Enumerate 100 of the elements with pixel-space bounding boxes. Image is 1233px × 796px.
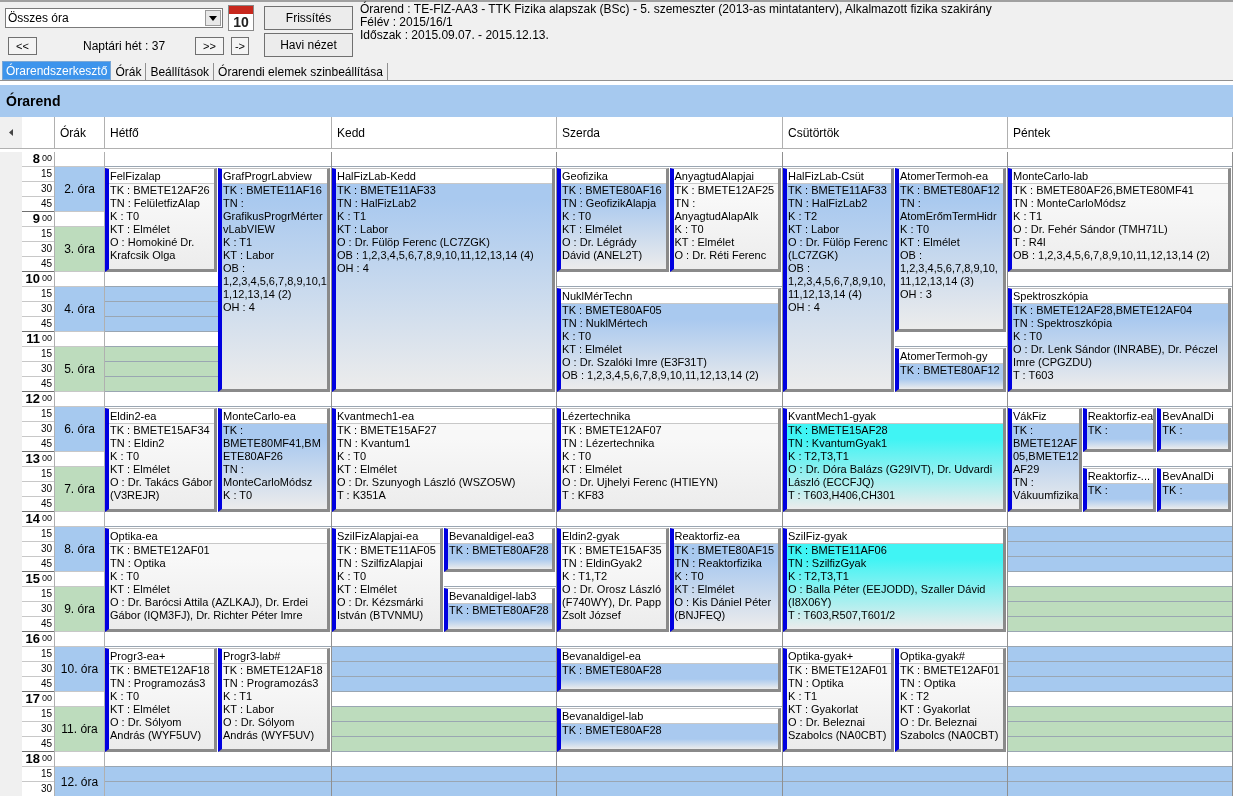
time-slot[interactable]	[1008, 647, 1232, 662]
event-card[interactable]: Eldin2-ea TK : BMETE15AF34 TN : Eldin2 K : T0 KT : Elmélet O : Dr. Takács Gábor (V3REJR)	[105, 408, 217, 512]
time-slot[interactable]	[1008, 707, 1232, 722]
time-slot[interactable]	[557, 767, 782, 782]
event-card[interactable]: VákFiz TK : BMETE12AF05,BMETE12AF29 TN : Vákuumfizika	[1008, 408, 1082, 512]
time-slot[interactable]	[1008, 722, 1232, 737]
event-detail: O : Dr. Légrády Dávid (ANEL2T)	[561, 236, 644, 262]
event-card[interactable]: Spektroszkópia TK : BMETE12AF28,BMETE12AF04 TN : Spektroszkópia K : T0 O : Dr. Lenk Sándor (INRABE), Dr. Péczel Imre (CPGZDU) T : T603	[1008, 288, 1231, 392]
event-title: Reaktorfiz-...	[1086, 469, 1154, 484]
event-card[interactable]: Progr3-ea+ TK : BMETE12AF18 TN : Programozás3 K : T0 KT : Elmélet O : Dr. Sólyom András (WYF5UV)	[105, 648, 217, 752]
event-detail: KT : Labor	[222, 703, 276, 716]
go-button[interactable]: ->	[231, 37, 249, 55]
event-detail: TK : BMETE12AF28,BMETE12AF04	[1012, 304, 1194, 317]
event-card[interactable]: SzilFizAlapjai-ea TK : BMETE11AF05 TN : SzilfizAlapjai K : T0 KT : Elmélet O : Dr. Kézsmárki István (BTVNMU)	[332, 528, 443, 632]
event-card[interactable]: Bevanaldigel-ea TK : BMETE80AF28	[557, 648, 781, 692]
event-detail: OH : 4	[787, 301, 821, 314]
time-slot[interactable]	[105, 317, 218, 332]
event-card[interactable]: AtomerTermoh-ea TK : BMETE80AF12 TN : AtomErőmTermHidr K : T0 KT : Elmélet OB : 1,2,3,4,5,6,7,8,9,10,11,12,13,14 (3) OH : 3	[895, 168, 1006, 332]
time-slot[interactable]	[105, 767, 331, 782]
minute-label: 45	[40, 677, 52, 691]
event-card[interactable]: Reaktorfiz-... TK :	[1082, 468, 1157, 512]
event-card[interactable]: MonteCarlo-ea TK : BMETE80MF41,BMETE80AF26 TN : MonteCarloMódsz K : T0	[218, 408, 330, 512]
event-detail: K : T1	[1012, 210, 1044, 223]
event-card[interactable]: Bevanaldigel-lab TK : BMETE80AF28	[557, 708, 781, 752]
time-slot[interactable]	[1008, 737, 1232, 752]
event-card[interactable]: BevAnalDi TK :	[1157, 468, 1231, 512]
event-detail: T : K351A	[336, 489, 387, 502]
time-slot[interactable]	[1008, 557, 1232, 572]
event-card[interactable]: Lézertechnika TK : BMETE12AF07 TN : Lézertechnika K : T0 KT : Elmélet O : Dr. Ujhelyi Ferenc (HTIEYN) T : KF83	[557, 408, 781, 512]
event-card[interactable]: Optika-gyak# TK : BMETE12AF01 TN : Optika K : T2 KT : Gyakorlat O : Dr. Beleznai Szabolcs (NA0CBT)	[895, 648, 1006, 752]
time-slot[interactable]	[1008, 617, 1232, 632]
event-card[interactable]: Optika-ea TK : BMETE12AF01 TN : Optika K : T0 KT : Elmélet O : Dr. Barócsi Attila (AZLKAJ), Dr. Erdei Gábor (IQM3FJ), Dr. Richter Péter Imre	[105, 528, 330, 632]
minute-label: 30	[40, 422, 52, 436]
time-slot[interactable]	[1008, 602, 1232, 617]
event-card[interactable]: BevAnalDi TK :	[1157, 408, 1231, 452]
event-detail: O : Dr. Orosz László (F740WY), Dr. Papp Zsolt József	[561, 583, 663, 622]
event-detail: K : T0	[673, 570, 705, 583]
event-card[interactable]: AtomerTermoh-gy TK : BMETE80AF12	[895, 348, 1006, 392]
time-slot[interactable]	[1008, 527, 1232, 542]
calendar-icon[interactable]: 10	[228, 5, 254, 31]
event-detail: O : Dr. Szunyogh László (WSZO5W)	[336, 476, 517, 489]
event-detail: KT : Elmélet	[336, 583, 398, 596]
event-card[interactable]: Progr3-lab# TK : BMETE12AF18 TN : Programozás3 K : T1 KT : Labor O : Dr. Sólyom András (WYF5UV)	[218, 648, 330, 752]
previous-week-button[interactable]: <<	[8, 37, 37, 55]
event-detail: TN : Vákuumfizika	[1012, 476, 1079, 502]
time-slot[interactable]	[332, 662, 556, 677]
scroll-left-icon[interactable]	[9, 129, 13, 136]
event-card[interactable]: KvantMech1-gyak TK : BMETE15AF28 TN : KvantumGyak1 K : T2,T3,T1 O : Dr. Dóra Balázs (G29IVT), Dr. Udvardi László (ECCFJQ) T : T603,H406,CH301	[783, 408, 1006, 512]
time-slot[interactable]	[1008, 587, 1232, 602]
event-detail: O : Homokiné Dr. Krafcsik Olga	[109, 236, 196, 262]
event-card[interactable]: Bevanaldigel-lab3 TK : BMETE80AF28	[444, 588, 555, 632]
time-slot[interactable]	[332, 737, 556, 752]
filter-dropdown[interactable]: Összes óra	[5, 8, 223, 28]
minute-label: 45	[40, 557, 52, 571]
event-card[interactable]: AnyagtudAlapjai TK : BMETE12AF25 TN : AnyagtudAlapAlk K : T0 KT : Elmélet O : Dr. Réti Ferenc	[669, 168, 781, 272]
refresh-button[interactable]: Frissítés	[264, 6, 353, 30]
event-card[interactable]: Bevanaldigel-ea3 TK : BMETE80AF28	[444, 528, 555, 572]
time-slot[interactable]	[1008, 542, 1232, 557]
hour-label: 17	[25, 691, 40, 706]
event-card[interactable]: HalFizLab-Csüt TK : BMETE11AF33 TN : HalFizLab2 K : T2 KT : Labor O : Dr. Fülöp Ferenc (LC7ZGK) OB : 1,2,3,4,5,6,7,8,9,10,11,12,13,14 (4) OH : 4	[783, 168, 894, 392]
event-card[interactable]: HalFizLab-Kedd TK : BMETE11AF33 TN : HalFizLab2 K : T1 KT : Labor O : Dr. Fülöp Ferenc (LC7ZGK) OB : 1,2,3,4,5,6,7,8,9,10,11,12,13,14 (4) OH : 4	[332, 168, 555, 392]
minute-label: 15	[40, 227, 52, 241]
event-card[interactable]: NuklMérTechn TK : BMETE80AF05 TN : NuklMértech K : T0 KT : Elmélet O : Dr. Szalóki Imre (E3F31T) OB : 1,2,3,4,5,6,7,8,9,10,11,12,13,14 (2)	[557, 288, 781, 392]
event-title: Lézertechnika	[561, 409, 778, 424]
event-detail: T : T603,R507,T601/2	[787, 609, 897, 622]
time-slot[interactable]	[332, 647, 556, 662]
time-slot[interactable]	[105, 287, 218, 302]
time-slot[interactable]	[332, 767, 556, 782]
event-card[interactable]: FelFizalap TK : BMETE12AF26 TN : FelületfizAlap K : T0 KT : Elmélet O : Homokiné Dr. Krafcsik Olga	[105, 168, 217, 272]
time-slot[interactable]	[332, 707, 556, 722]
event-card[interactable]: Kvantmech1-ea TK : BMETE15AF27 TN : Kvantum1 K : T0 KT : Elmélet O : Dr. Szunyogh László (WSZO5W) T : K351A	[332, 408, 555, 512]
time-slot[interactable]	[1008, 767, 1232, 782]
event-card[interactable]: GrafProgrLabview TK : BMETE11AF16 TN : GrafikusProgrMértervLabVIEW K : T1 KT : Labor OB : 1,2,3,4,5,6,7,8,9,10,11,12,13,14 (2) OH : 4	[218, 168, 330, 392]
time-slot[interactable]	[1008, 677, 1232, 692]
time-slot[interactable]	[105, 302, 218, 317]
monthly-view-button[interactable]: Havi nézet	[264, 33, 353, 57]
event-title: Optika-gyak#	[899, 649, 1003, 664]
minute-label: 30	[40, 242, 52, 256]
event-card[interactable]: Optika-gyak+ TK : BMETE12AF01 TN : Optika K : T1 KT : Gyakorlat O : Dr. Beleznai Szabolcs (NA0CBT)	[783, 648, 894, 752]
event-card[interactable]: Geofizika TK : BMETE80AF16 TN : GeofizikAlapja K : T0 KT : Elmélet O : Dr. Légrády Dávid (ANEL2T)	[557, 168, 669, 272]
hour-label: 10	[25, 271, 40, 286]
time-slot[interactable]	[332, 722, 556, 737]
time-slot[interactable]	[332, 677, 556, 692]
event-card[interactable]: MonteCarlo-lab TK : BMETE80AF26,BMETE80MF41 TN : MonteCarloMódsz K : T1 O : Dr. Fehér Sándor (TMH71L) T : R4I OB : 1,2,3,4,5,6,7,8,9,10,11,12,13,14 (2)	[1008, 168, 1231, 272]
event-detail: OB : 1,2,3,4,5,6,7,8,9,10,11,12,13,14 (2)	[1012, 249, 1211, 262]
time-slot[interactable]	[105, 347, 218, 362]
minute-label: 00	[42, 692, 52, 704]
info-text: Órarend : TE-FIZ-AA3 - TTK Fizika alapszak (BSc) - 5. szemeszter (2013-as mintatanterv), Alkalmazott fizika szakirány	[360, 3, 992, 16]
event-detail: K : T0	[1012, 330, 1044, 343]
event-card[interactable]: Eldin2-gyak TK : BMETE15AF35 TN : EldinGyak2 K : T1,T2 O : Dr. Orosz László (F740WY), Dr. Papp Zsolt József	[557, 528, 669, 632]
time-slot[interactable]	[105, 362, 218, 377]
time-slot[interactable]	[1008, 662, 1232, 677]
time-slot[interactable]	[783, 767, 1007, 782]
minute-label: 00	[42, 572, 52, 584]
event-card[interactable]: SzilFiz-gyak TK : BMETE11AF06 TN : SzilfizGyak K : T2,T3,T1 O : Balla Péter (EEJODD), Szaller Dávid (I8X06Y) T : T603,R507,T601/2	[783, 528, 1006, 632]
event-detail: KT : Gyakorlat	[899, 703, 972, 716]
event-card[interactable]: Reaktorfiz-ea TK : BMETE80AF15 TN : Reaktorfizika K : T0 KT : Elmélet O : Kis Dániel Péter (BNJFEQ)	[669, 528, 781, 632]
next-week-button[interactable]: >>	[195, 37, 224, 55]
time-slot[interactable]	[105, 377, 218, 392]
event-card[interactable]: Reaktorfiz-ea TK :	[1082, 408, 1157, 452]
